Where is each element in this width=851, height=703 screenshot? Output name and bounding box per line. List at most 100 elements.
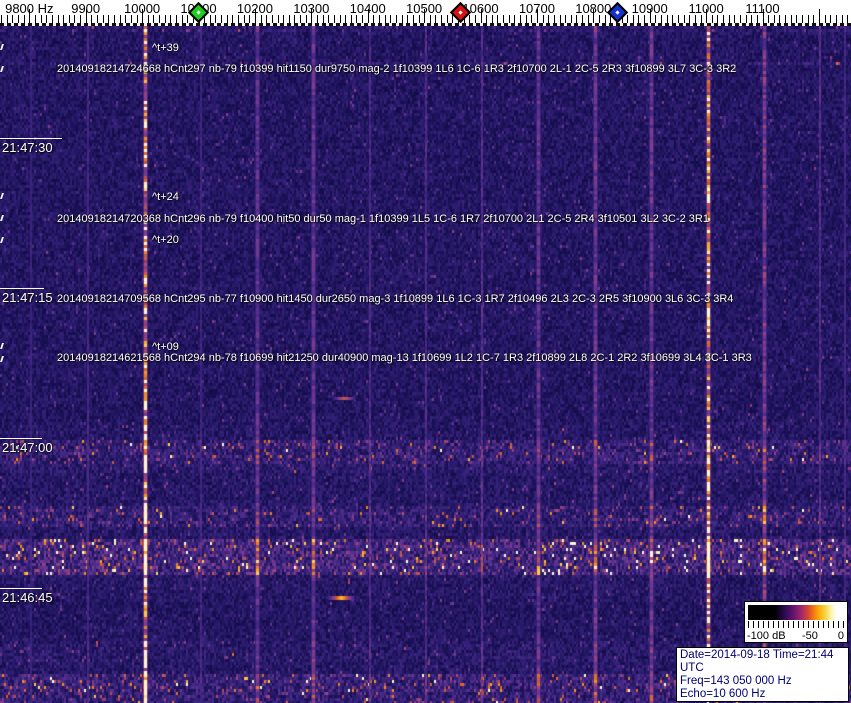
freq-tick <box>130 15 132 23</box>
freq-tick <box>215 15 217 23</box>
freq-tick <box>694 15 696 23</box>
freq-tick-label: 10500 <box>406 1 443 16</box>
freq-tick-label: 10000 <box>124 1 161 16</box>
freq-tick <box>187 15 189 23</box>
freq-tick <box>486 15 488 23</box>
freq-tick <box>672 15 674 23</box>
freq-tick <box>570 15 572 23</box>
freq-tick <box>390 15 392 23</box>
freq-tick <box>474 15 476 23</box>
colormap-gradient <box>748 605 844 620</box>
freq-tick <box>446 15 448 23</box>
freq-tick <box>830 15 832 23</box>
freq-tick <box>548 15 550 23</box>
ruler-dashed-edge <box>0 23 851 26</box>
freq-tick <box>677 15 679 23</box>
freq-tick <box>57 15 59 23</box>
freq-tick <box>63 15 65 23</box>
freq-tick <box>582 15 583 23</box>
freq-tick <box>243 15 245 23</box>
freq-tick <box>717 15 719 23</box>
frequency-ruler[interactable]: 9800 Hz990010000101001020010300104001050… <box>0 0 851 24</box>
freq-tick <box>40 15 42 23</box>
freq-tick <box>80 15 82 23</box>
freq-tick <box>159 15 160 23</box>
freq-tick <box>266 15 268 23</box>
freq-tick <box>209 15 211 23</box>
freq-tick <box>604 15 606 23</box>
freq-tick <box>91 15 93 23</box>
freq-tick <box>728 15 730 23</box>
freq-tick <box>802 15 803 23</box>
freq-tick <box>249 15 251 23</box>
freq-tick <box>51 15 53 23</box>
freq-tick <box>164 15 166 23</box>
info-date-time: Date=2014-09-18 Time=21:44 UTC <box>680 649 834 674</box>
freq-tick <box>542 15 544 23</box>
freq-tick <box>632 15 634 23</box>
info-echo-frequency: Echo=10 600 Hz <box>680 688 766 700</box>
spectrogram-canvas[interactable] <box>0 26 851 703</box>
freq-tick <box>666 15 668 23</box>
freq-tick <box>598 15 600 23</box>
freq-tick <box>68 15 70 23</box>
freq-tick <box>181 15 183 23</box>
freq-tick <box>435 15 437 23</box>
freq-tick <box>260 15 262 23</box>
freq-tick <box>170 15 172 23</box>
freq-tick <box>288 15 290 23</box>
freq-tick <box>412 15 414 23</box>
freq-tick <box>807 15 809 23</box>
freq-tick <box>739 15 741 23</box>
db-scale-legend: -100 dB -50 0 <box>744 601 848 643</box>
freq-tick-label: 10800 <box>575 1 612 16</box>
freq-tick <box>23 15 25 23</box>
freq-tick <box>497 15 499 23</box>
freq-tick <box>847 15 849 23</box>
freq-tick <box>97 15 98 23</box>
freq-tick <box>175 15 177 23</box>
freq-tick <box>108 15 110 23</box>
freq-tick <box>328 15 330 23</box>
freq-tick <box>356 15 358 23</box>
freq-tick <box>12 15 14 23</box>
freq-tick <box>333 15 335 23</box>
freq-tick <box>441 15 442 23</box>
freq-tick <box>773 15 775 23</box>
legend-label-min: -100 dB <box>747 630 786 642</box>
spectrogram-window: 9800 Hz990010000101001020010300104001050… <box>0 0 851 703</box>
freq-tick <box>835 15 837 23</box>
freq-tick <box>395 15 397 23</box>
freq-tick <box>796 15 798 23</box>
freq-tick <box>644 15 646 23</box>
freq-tick <box>508 15 510 23</box>
freq-tick <box>779 15 781 23</box>
freq-tick <box>661 15 662 23</box>
freq-tick <box>271 15 273 23</box>
freq-tick <box>153 15 155 23</box>
freq-tick <box>119 15 121 23</box>
freq-tick <box>565 15 567 23</box>
freq-tick <box>238 15 239 23</box>
freq-tick <box>790 15 792 23</box>
freq-tick <box>113 15 115 23</box>
freq-tick <box>818 9 820 23</box>
freq-tick <box>491 15 493 23</box>
freq-tick-label: 10900 <box>631 1 668 16</box>
freq-tick <box>46 15 48 23</box>
legend-label-max: 0 <box>837 630 844 642</box>
freq-tick <box>469 15 471 23</box>
freq-tick <box>322 15 324 23</box>
freq-tick <box>813 15 815 23</box>
freq-tick <box>226 15 228 23</box>
freq-tick <box>655 15 657 23</box>
freq-tick <box>345 15 347 23</box>
freq-tick <box>407 15 409 23</box>
freq-tick <box>689 15 691 23</box>
freq-tick <box>147 15 149 23</box>
colormap-ticks <box>748 621 844 628</box>
freq-tick <box>305 15 307 23</box>
freq-tick <box>429 15 431 23</box>
freq-tick-label: 10300 <box>293 1 330 16</box>
freq-tick <box>683 15 685 23</box>
